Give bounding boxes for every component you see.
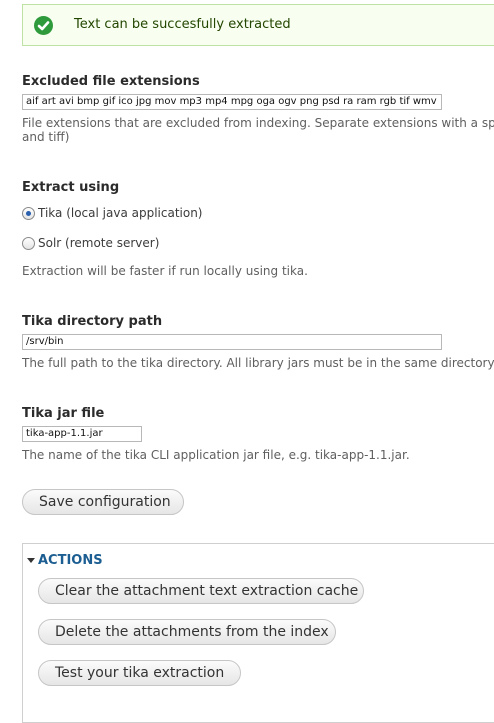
clear-cache-button[interactable]: Clear the attachment text extraction cac… (38, 578, 364, 604)
radio-solr[interactable]: Solr (remote server) (22, 236, 159, 250)
radio-tika-label: Tika (local java application) (38, 206, 203, 220)
check-circle-icon (34, 16, 53, 35)
caret-down-icon (27, 558, 35, 563)
save-configuration-button[interactable]: Save configuration (22, 489, 184, 515)
tika-directory-label: Tika directory path (22, 314, 163, 329)
tika-jar-input[interactable]: tika-app-1.1.jar (22, 426, 142, 442)
tika-directory-description: The full path to the tika directory. All… (22, 356, 494, 370)
extract-using-description: Extraction will be faster if run locally… (22, 264, 308, 278)
radio-solr-label: Solr (remote server) (38, 236, 160, 250)
actions-legend-label: ACTIONS (38, 553, 103, 568)
delete-attachments-button[interactable]: Delete the attachments from the index (38, 619, 336, 645)
test-tika-button[interactable]: Test your tika extraction (38, 660, 241, 686)
status-text: Text can be succesfully extracted (74, 17, 291, 32)
actions-legend[interactable]: ACTIONS (27, 553, 103, 568)
excluded-extensions-input[interactable]: aif art avi bmp gif ico jpg mov mp3 mp4 … (22, 94, 442, 110)
excluded-extensions-label: Excluded file extensions (22, 74, 200, 89)
radio-button-selected[interactable] (22, 206, 35, 220)
excluded-extensions-description-line2: and tiff) (22, 130, 70, 144)
tika-jar-description: The name of the tika CLI application jar… (22, 448, 410, 462)
radio-tika[interactable]: Tika (local java application) (22, 206, 203, 220)
tika-jar-label: Tika jar file (22, 406, 105, 421)
excluded-extensions-description-line1: File extensions that are excluded from i… (22, 116, 494, 130)
tika-directory-input[interactable]: /srv/bin (22, 334, 442, 350)
extract-using-label: Extract using (22, 180, 120, 195)
status-message: Text can be succesfully extracted (22, 4, 494, 46)
radio-button[interactable] (22, 236, 35, 250)
